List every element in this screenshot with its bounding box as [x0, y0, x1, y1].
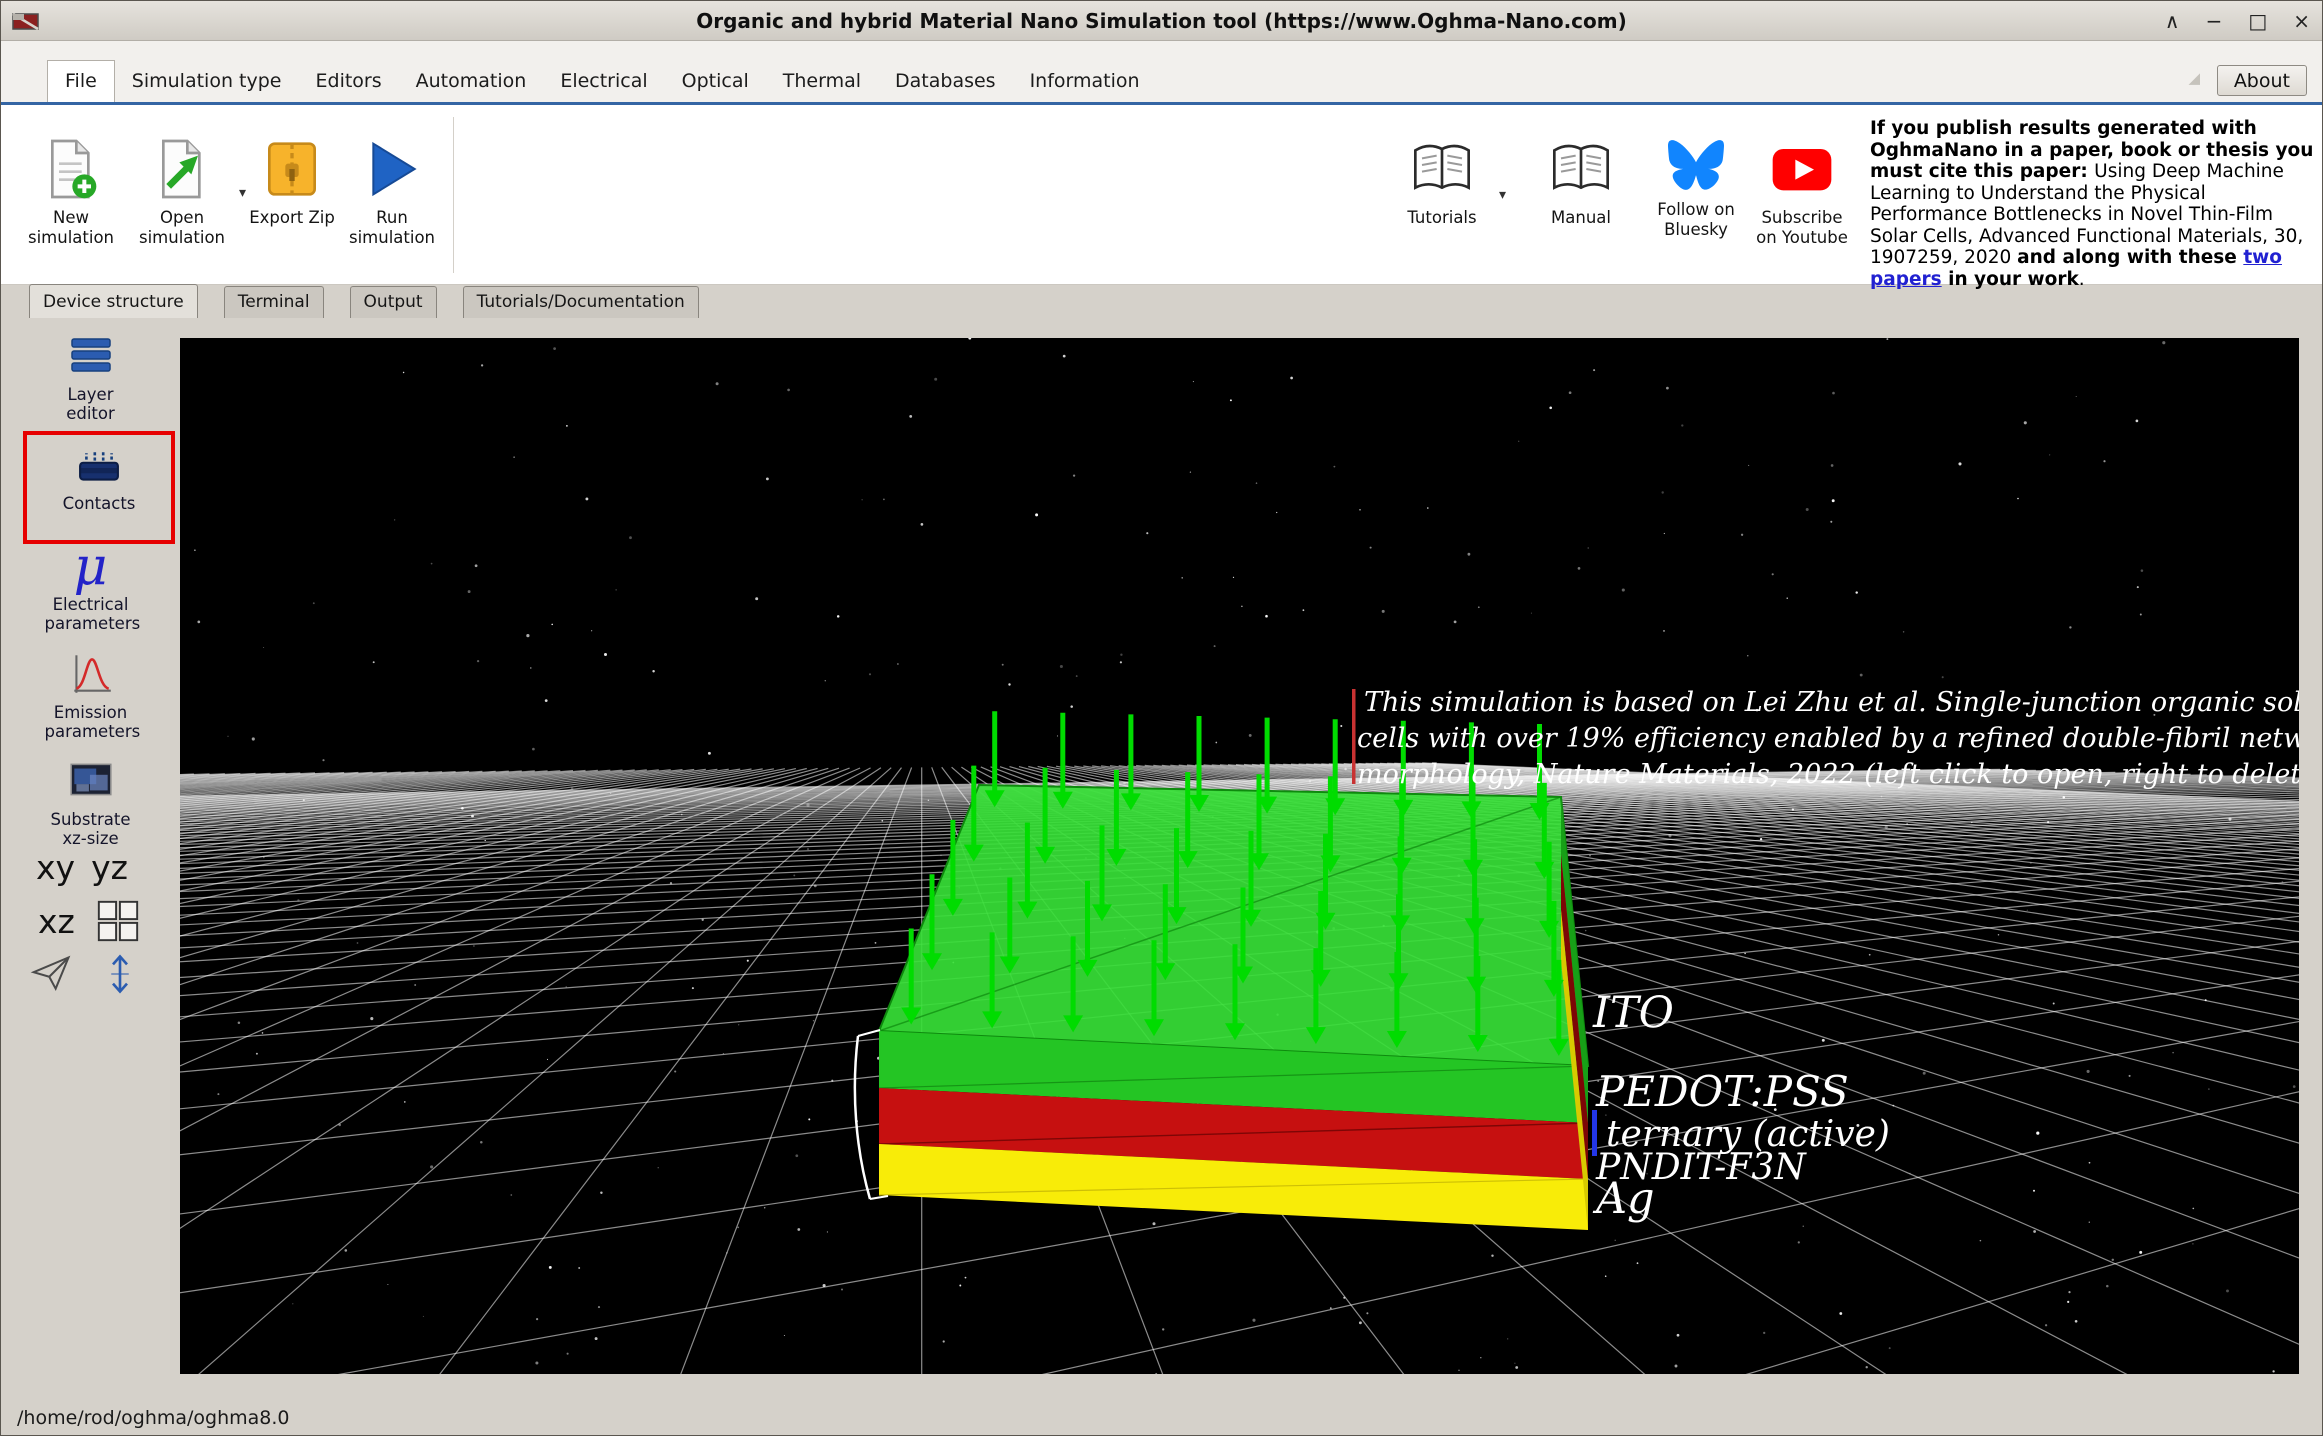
- tutorials-button[interactable]: Tutorials: [1392, 137, 1492, 228]
- new-simulation-button[interactable]: New simulation: [21, 137, 121, 248]
- tutorials-dropdown-caret-icon[interactable]: ▾: [1499, 187, 1506, 203]
- menu-file[interactable]: File: [47, 60, 115, 102]
- close-button[interactable]: ×: [2289, 9, 2314, 33]
- view-buttons-row-1: xy yz: [36, 851, 128, 884]
- window-title: Organic and hybrid Material Nano Simulat…: [1, 9, 2322, 33]
- simulation-note-line[interactable]: cells with over 19% efficiency enabled b…: [1357, 723, 2299, 754]
- tab-device-structure[interactable]: Device structure: [29, 284, 198, 318]
- view-tabs: Device structure Terminal Output Tutoria…: [1, 285, 2322, 318]
- toolbar-separator: [453, 117, 454, 273]
- layer-edge-outline: [855, 1036, 870, 1199]
- statusbar: /home/rod/oghma/oghma8.0: [1, 1401, 2322, 1435]
- play-icon: [360, 137, 424, 201]
- simulation-note-line[interactable]: This simulation is based on Lei Zhu et a…: [1364, 687, 2299, 718]
- export-zip-button[interactable]: Export Zip: [242, 137, 342, 228]
- sidebar-item-substrate-xz-size[interactable]: Substrate xz-size: [1, 755, 180, 848]
- manual-button[interactable]: Manual: [1531, 137, 1631, 228]
- emission-parameters-label: Emission parameters: [45, 703, 137, 741]
- contacts-highlight-box: Contacts: [23, 431, 175, 544]
- tab-terminal[interactable]: Terminal: [224, 286, 324, 318]
- run-simulation-button[interactable]: Run simulation: [342, 137, 442, 248]
- run-simulation-label: Run simulation: [346, 208, 438, 248]
- youtube-label: Subscribe on Youtube: [1756, 208, 1848, 248]
- contacts-label: Contacts: [53, 494, 145, 513]
- menu-automation[interactable]: Automation: [399, 61, 544, 102]
- sidebar-item-contacts[interactable]: Contacts: [27, 435, 171, 513]
- open-document-icon: [150, 137, 214, 201]
- menu-simulation-type[interactable]: Simulation type: [115, 61, 299, 102]
- substrate-xz-size-label: Substrate xz-size: [45, 810, 137, 848]
- layer-label-pedot-pss: PEDOT:PSS: [1596, 1067, 1849, 1116]
- app-window: Organic and hybrid Material Nano Simulat…: [0, 0, 2323, 1436]
- citation-text: If you publish results generated with Og…: [1870, 118, 2314, 290]
- menu-editors[interactable]: Editors: [299, 61, 399, 102]
- open-simulation-button[interactable]: Open simulation: [132, 137, 232, 248]
- view-tools-row: [29, 952, 141, 996]
- 3d-device-viewport[interactable]: This simulation is based on Lei Zhu et a…: [180, 338, 2299, 1374]
- minimize-button[interactable]: −: [2202, 9, 2227, 33]
- sidebar-item-electrical-parameters[interactable]: μ Electrical parameters: [1, 544, 180, 633]
- export-zip-label: Export Zip: [246, 208, 338, 228]
- menu-optical[interactable]: Optical: [665, 61, 766, 102]
- fit-height-icon[interactable]: [99, 952, 141, 996]
- bluesky-butterfly-icon: [1666, 137, 1726, 193]
- citation-bold-2: and along with these: [2017, 247, 2243, 268]
- open-book-icon: [1410, 137, 1474, 201]
- simulation-note-line[interactable]: morphology, Nature Materials, 2022 (left…: [1357, 759, 2299, 790]
- window-controls: ∧ − □ ×: [2161, 1, 2314, 41]
- new-document-icon: [39, 137, 103, 201]
- menubar: File Simulation type Editors Automation …: [1, 41, 2322, 105]
- youtube-icon: [1770, 137, 1834, 201]
- layer-editor-label: Layer editor: [45, 385, 137, 423]
- bluesky-label: Follow on Bluesky: [1650, 200, 1742, 240]
- tab-tutorials-documentation[interactable]: Tutorials/Documentation: [463, 286, 699, 318]
- layer-label-ito: ITO: [1593, 988, 1674, 1038]
- menu-information[interactable]: Information: [1013, 61, 1157, 102]
- ribbon-toolbar: New simulation Open simulation ▾ Export …: [1, 105, 2322, 285]
- view-xz-button[interactable]: xz: [38, 905, 75, 938]
- layer-label-ag: Ag: [1596, 1174, 1655, 1224]
- status-path: /home/rod/oghma/oghma8.0: [17, 1407, 290, 1429]
- titlebar: Organic and hybrid Material Nano Simulat…: [1, 1, 2322, 41]
- manual-label: Manual: [1535, 208, 1627, 228]
- new-simulation-label: New simulation: [25, 208, 117, 248]
- sidebar-item-layer-editor[interactable]: Layer editor: [1, 332, 180, 423]
- toolbar-overflow-icon: ◢: [2188, 69, 2200, 87]
- sidebar-item-emission-parameters[interactable]: Emission parameters: [1, 648, 180, 741]
- tab-output[interactable]: Output: [350, 286, 437, 318]
- maximize-button[interactable]: □: [2244, 9, 2271, 33]
- four-views-grid-icon[interactable]: [95, 898, 141, 944]
- youtube-button[interactable]: Subscribe on Youtube: [1752, 137, 1852, 248]
- open-simulation-label: Open simulation: [136, 208, 228, 248]
- view-buttons-row-2: xz: [38, 898, 141, 944]
- shade-window-button[interactable]: ∧: [2161, 9, 2184, 33]
- view-xy-button[interactable]: xy: [36, 851, 75, 884]
- emission-spectrum-icon: [65, 648, 117, 698]
- contacts-icon: [73, 447, 125, 489]
- tutorials-label: Tutorials: [1396, 208, 1488, 228]
- zip-archive-icon: [260, 137, 324, 201]
- menu-thermal[interactable]: Thermal: [766, 61, 878, 102]
- note-cursor-mark: [1352, 689, 1356, 784]
- menu-electrical[interactable]: Electrical: [543, 61, 664, 102]
- bluesky-button[interactable]: Follow on Bluesky: [1646, 137, 1746, 240]
- electrical-parameters-label: Electrical parameters: [45, 595, 137, 633]
- 3d-scene: [180, 338, 2299, 1374]
- mobility-mu-icon: μ: [74, 544, 108, 590]
- about-button[interactable]: About: [2217, 65, 2307, 96]
- view-yz-button[interactable]: yz: [91, 851, 128, 884]
- substrate-thumbnail-icon: [65, 755, 117, 805]
- manual-book-icon: [1549, 137, 1613, 201]
- paper-plane-icon[interactable]: [29, 952, 75, 996]
- device-structure-sidebar: Layer editor Contacts μ Electrical param…: [1, 318, 180, 1401]
- menu-databases[interactable]: Databases: [878, 61, 1013, 102]
- layer-editor-icon: [65, 332, 117, 380]
